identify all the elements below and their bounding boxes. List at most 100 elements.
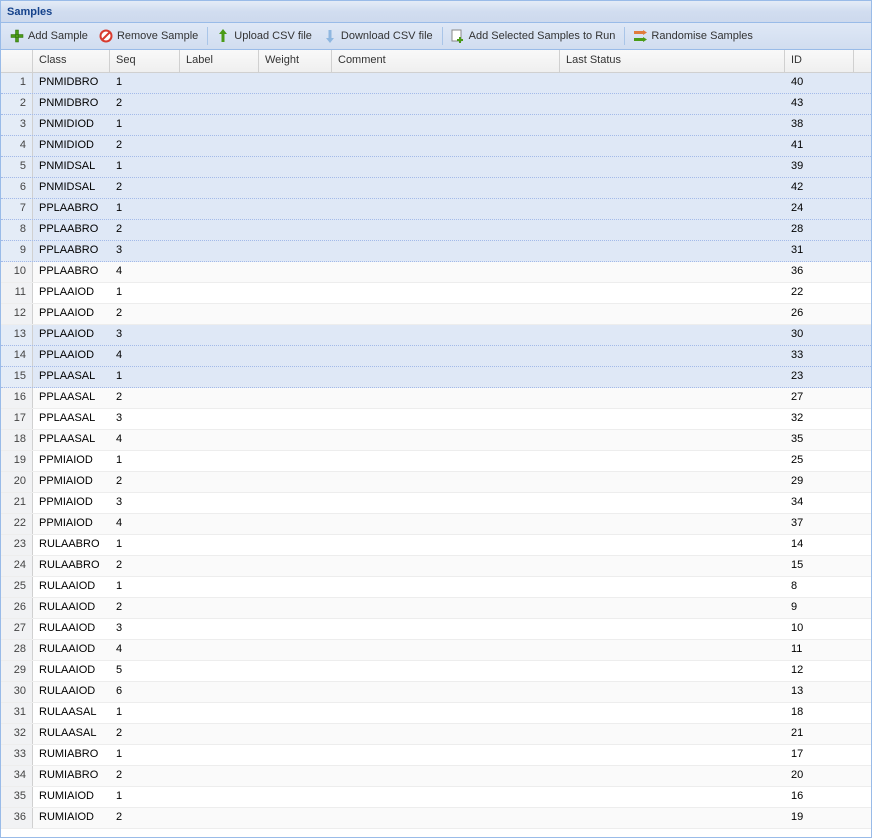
label-cell [180,367,259,387]
upload-csv-label: Upload CSV file [234,30,312,42]
label-cell [180,346,259,366]
table-row[interactable]: 6PNMIDSAL242 [1,178,871,199]
column-header-class[interactable]: Class [33,50,110,72]
table-row[interactable]: 5PNMIDSAL139 [1,157,871,178]
upload-csv-button[interactable]: Upload CSV file [211,26,316,46]
status-cell [560,451,785,471]
table-row[interactable]: 18PPLAASAL435 [1,430,871,451]
seq-cell: 1 [110,157,180,177]
row-number-header[interactable] [1,50,33,72]
class-cell: RULAASAL [33,703,110,723]
table-row[interactable]: 8PPLAABRO228 [1,220,871,241]
seq-cell: 1 [110,367,180,387]
class-cell: PPLAASAL [33,409,110,429]
comment-cell [332,535,560,555]
table-row[interactable]: 1PNMIDBRO140 [1,73,871,94]
row-number-cell: 9 [1,241,33,261]
seq-cell: 4 [110,430,180,450]
column-header-status[interactable]: Last Status [560,50,785,72]
class-cell: PPLAAIOD [33,283,110,303]
grid-body[interactable]: 1PNMIDBRO1402PNMIDBRO2433PNMIDIOD1384PNM… [1,73,871,837]
status-cell [560,346,785,366]
label-cell [180,577,259,597]
row-number-cell: 13 [1,325,33,345]
add-sample-button[interactable]: Add Sample [5,26,92,46]
table-row[interactable]: 35RUMIAIOD116 [1,787,871,808]
add-to-run-button[interactable]: Add Selected Samples to Run [446,26,620,46]
table-row[interactable]: 36RUMIAIOD219 [1,808,871,829]
table-row[interactable]: 24RULAABRO215 [1,556,871,577]
table-row[interactable]: 29RULAAIOD512 [1,661,871,682]
label-cell [180,157,259,177]
row-number-cell: 29 [1,661,33,681]
status-cell [560,619,785,639]
table-row[interactable]: 28RULAAIOD411 [1,640,871,661]
row-number-cell: 31 [1,703,33,723]
row-number-cell: 16 [1,388,33,408]
status-cell [560,262,785,282]
add-sample-label: Add Sample [28,30,88,42]
table-row[interactable]: 25RULAAIOD18 [1,577,871,598]
seq-cell: 2 [110,766,180,786]
table-row[interactable]: 14PPLAAIOD433 [1,346,871,367]
table-row[interactable]: 19PPMIAIOD125 [1,451,871,472]
table-row[interactable]: 21PPMIAIOD334 [1,493,871,514]
label-cell [180,472,259,492]
table-row[interactable]: 20PPMIAIOD229 [1,472,871,493]
weight-cell [259,241,332,261]
table-row[interactable]: 31RULAASAL118 [1,703,871,724]
samples-panel: Samples Add Sample Remove Sample Upload … [0,0,872,838]
table-row[interactable]: 3PNMIDIOD138 [1,115,871,136]
table-row[interactable]: 34RUMIABRO220 [1,766,871,787]
toolbar-separator [207,27,208,45]
status-cell [560,766,785,786]
table-row[interactable]: 10PPLAABRO436 [1,262,871,283]
table-row[interactable]: 17PPLAASAL332 [1,409,871,430]
id-cell: 42 [785,178,854,198]
table-row[interactable]: 4PNMIDIOD241 [1,136,871,157]
table-row[interactable]: 12PPLAAIOD226 [1,304,871,325]
download-csv-button[interactable]: Download CSV file [318,26,437,46]
status-cell [560,115,785,135]
seq-cell: 2 [110,472,180,492]
remove-sample-button[interactable]: Remove Sample [94,26,202,46]
row-number-cell: 18 [1,430,33,450]
comment-cell [332,808,560,828]
seq-cell: 2 [110,556,180,576]
column-header-id[interactable]: ID [785,50,854,72]
table-row[interactable]: 2PNMIDBRO243 [1,94,871,115]
column-header-label[interactable]: Label [180,50,259,72]
table-row[interactable]: 13PPLAAIOD330 [1,325,871,346]
table-row[interactable]: 15PPLAASAL123 [1,367,871,388]
table-row[interactable]: 22PPMIAIOD437 [1,514,871,535]
table-row[interactable]: 27RULAAIOD310 [1,619,871,640]
row-number-cell: 15 [1,367,33,387]
table-row[interactable]: 32RULAASAL221 [1,724,871,745]
comment-cell [332,430,560,450]
table-row[interactable]: 7PPLAABRO124 [1,199,871,220]
status-cell [560,556,785,576]
id-cell: 38 [785,115,854,135]
row-number-cell: 22 [1,514,33,534]
seq-cell: 3 [110,241,180,261]
table-row[interactable]: 11PPLAAIOD122 [1,283,871,304]
seq-cell: 6 [110,682,180,702]
class-cell: PPMIAIOD [33,451,110,471]
label-cell [180,199,259,219]
status-cell [560,220,785,240]
comment-cell [332,388,560,408]
table-row[interactable]: 30RULAAIOD613 [1,682,871,703]
table-row[interactable]: 9PPLAABRO331 [1,241,871,262]
column-header-seq[interactable]: Seq [110,50,180,72]
table-row[interactable]: 26RULAAIOD29 [1,598,871,619]
column-header-weight[interactable]: Weight [259,50,332,72]
randomise-button[interactable]: Randomise Samples [628,26,757,46]
column-header-comment[interactable]: Comment [332,50,560,72]
seq-cell: 2 [110,178,180,198]
table-row[interactable]: 16PPLAASAL227 [1,388,871,409]
table-row[interactable]: 23RULAABRO114 [1,535,871,556]
status-cell [560,724,785,744]
table-row[interactable]: 33RUMIABRO117 [1,745,871,766]
class-cell: PNMIDBRO [33,94,110,114]
seq-cell: 1 [110,787,180,807]
